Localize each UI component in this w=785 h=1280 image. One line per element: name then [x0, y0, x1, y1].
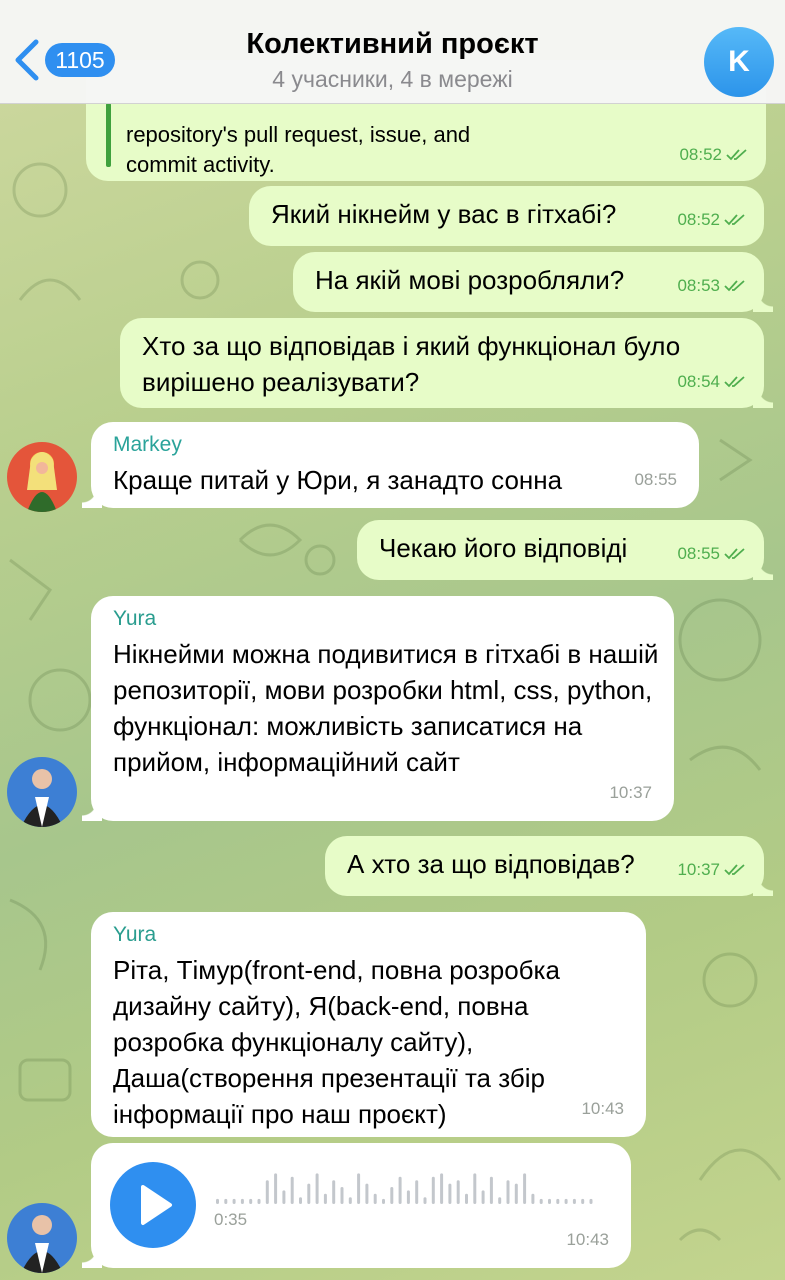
message-text: Хто за що відповідав і який функціонал б… — [142, 331, 681, 397]
message-time: 08:53 — [677, 276, 720, 295]
message-meta: 08:52 — [677, 202, 746, 238]
quote-bar — [106, 103, 111, 167]
double-check-icon — [724, 864, 745, 876]
message-time: 10:43 — [566, 1230, 609, 1249]
message-bubble-incoming[interactable]: Yura Ріта, Тімур(front-end, повна розроб… — [91, 912, 646, 1137]
double-check-icon — [724, 214, 745, 226]
message-meta: 10:37 — [677, 852, 746, 888]
message-meta: 08:52 — [679, 137, 748, 173]
message-time: 08:55 — [634, 470, 677, 489]
message-text: Чекаю його відповіді — [379, 533, 628, 563]
double-check-icon — [724, 548, 745, 560]
avatar-yura[interactable] — [7, 1203, 77, 1273]
message-text: А хто за що відповідав? — [347, 849, 635, 879]
message-text: Краще питай у Юри, я занадто сонна — [113, 465, 563, 495]
avatar-yura[interactable] — [7, 757, 77, 827]
message-bubble-outgoing[interactable]: Чекаю його відповіді 08:55 — [357, 520, 773, 580]
message-meta: 08:53 — [677, 268, 746, 304]
message-bubble-outgoing[interactable]: Який нікнейм у вас в гітхабі? 08:52 — [249, 186, 764, 246]
message-time: 10:43 — [581, 1099, 624, 1118]
voice-waveform[interactable] — [214, 1168, 604, 1208]
chat-header: 1105 Колективний проєкт 4 учасники, 4 в … — [0, 0, 785, 104]
double-check-icon — [724, 376, 745, 388]
message-text: Ріта, Тімур(front-end, повна розробка ди… — [113, 955, 560, 1129]
voice-play-button[interactable] — [110, 1162, 196, 1248]
message-text: repository's pull request, issue, and co… — [126, 122, 471, 177]
chat-title[interactable]: Колективний проєкт — [0, 28, 785, 61]
message-text: На якій мові розробляли? — [315, 265, 625, 295]
voice-duration: 0:35 — [214, 1210, 248, 1229]
message-time: 10:37 — [609, 783, 652, 802]
sender-name[interactable]: Yura — [113, 922, 626, 948]
message-bubble-incoming[interactable]: Yura Нікнейми можна подивитися в гітхабі… — [82, 596, 674, 821]
play-icon — [141, 1185, 172, 1225]
message-meta: 08:54 — [677, 364, 746, 400]
double-check-icon — [724, 280, 745, 292]
chat-subtitle: 4 учасники, 4 в мережі — [272, 66, 513, 92]
avatar-markey[interactable] — [7, 442, 77, 512]
message-meta: 08:55 — [677, 536, 746, 572]
message-bubble-outgoing[interactable]: На якій мові розробляли? 08:53 — [293, 252, 773, 312]
message-bubble-outgoing[interactable]: Хто за що відповідав і який функціонал б… — [120, 318, 773, 408]
message-bubble-outgoing[interactable]: А хто за що відповідав? 10:37 — [325, 836, 773, 896]
double-check-icon — [726, 149, 747, 161]
message-bubble-incoming[interactable]: Markey Краще питай у Юри, я занадто сонн… — [82, 422, 699, 508]
message-text: Який нікнейм у вас в гітхабі? — [271, 199, 617, 229]
message-time: 10:37 — [677, 860, 720, 879]
message-time: 08:52 — [677, 210, 720, 229]
message-time: 08:54 — [677, 372, 720, 391]
sender-name[interactable]: Yura — [113, 606, 654, 632]
group-avatar[interactable]: K — [704, 27, 774, 97]
message-text: Нікнейми можна подивитися в гітхабі в на… — [113, 639, 659, 777]
message-time: 08:52 — [679, 145, 722, 164]
sender-name[interactable]: Markey — [113, 432, 679, 458]
message-time: 08:55 — [677, 544, 720, 563]
